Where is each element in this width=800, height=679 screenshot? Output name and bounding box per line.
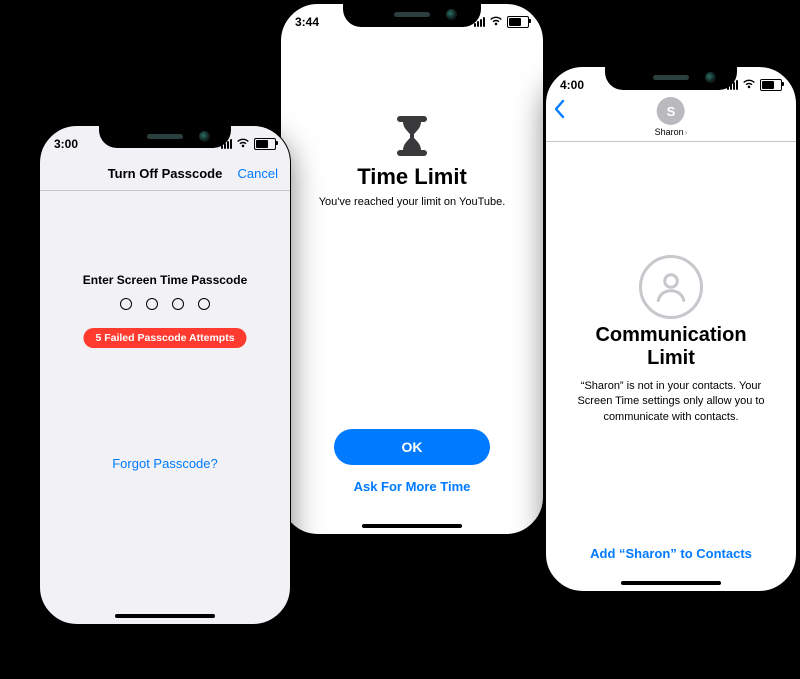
- signal-icon: [221, 139, 232, 149]
- signal-icon: [474, 17, 485, 27]
- status-time: 3:00: [54, 137, 78, 151]
- avatar-icon: S: [657, 97, 685, 125]
- chevron-right-icon: ›: [685, 128, 688, 137]
- forgot-passcode-link[interactable]: Forgot Passcode?: [40, 456, 290, 471]
- back-button[interactable]: [552, 99, 566, 123]
- wifi-icon: [236, 137, 250, 151]
- passcode-dot: [172, 298, 184, 310]
- wifi-icon: [742, 78, 756, 92]
- hourglass-icon: [396, 116, 428, 156]
- home-indicator[interactable]: [621, 581, 721, 585]
- passcode-dots[interactable]: [40, 298, 290, 310]
- passcode-dot: [120, 298, 132, 310]
- status-bar: 3:00: [40, 134, 290, 154]
- person-placeholder-icon: [639, 255, 703, 319]
- status-bar: 3:44: [281, 12, 543, 32]
- navbar: Turn Off Passcode Cancel: [40, 156, 290, 190]
- error-badge: 5 Failed Passcode Attempts: [83, 328, 246, 348]
- signal-icon: [727, 80, 738, 90]
- status-time: 4:00: [560, 78, 584, 92]
- battery-icon: [507, 16, 529, 28]
- ok-button[interactable]: OK: [334, 429, 490, 465]
- home-indicator[interactable]: [115, 614, 215, 618]
- phone-passcode: 3:00 Turn Off Passcode Cancel Enter Scre…: [39, 125, 291, 625]
- nav-title: Turn Off Passcode: [108, 166, 223, 181]
- comm-limit-subtext: “Sharon” is not in your contacts. Your S…: [546, 379, 796, 425]
- home-indicator[interactable]: [362, 524, 462, 528]
- passcode-dot: [146, 298, 158, 310]
- contact-name-row: Sharon ›: [655, 127, 688, 137]
- phone-communication-limit: 4:00 S Sharon › Communication Limit “Sha…: [545, 66, 797, 592]
- cancel-button[interactable]: Cancel: [238, 166, 278, 181]
- passcode-dot: [198, 298, 210, 310]
- divider: [40, 190, 290, 191]
- battery-icon: [760, 79, 782, 91]
- chevron-left-icon: [552, 99, 566, 119]
- contact-header[interactable]: S Sharon ›: [655, 97, 688, 137]
- status-right: [727, 78, 782, 92]
- add-to-contacts-link[interactable]: Add “Sharon” to Contacts: [546, 546, 796, 561]
- status-right: [474, 15, 529, 29]
- status-bar: 4:00: [546, 75, 796, 95]
- battery-icon: [254, 138, 276, 150]
- comm-limit-heading: Communication Limit: [546, 324, 796, 370]
- passcode-prompt: Enter Screen Time Passcode: [40, 273, 290, 287]
- time-limit-subtext: You've reached your limit on YouTube.: [281, 196, 543, 208]
- divider: [546, 141, 796, 142]
- status-time: 3:44: [295, 15, 319, 29]
- ask-more-time-link[interactable]: Ask For More Time: [281, 479, 543, 494]
- wifi-icon: [489, 15, 503, 29]
- status-right: [221, 137, 276, 151]
- time-limit-heading: Time Limit: [281, 164, 543, 190]
- phone-time-limit: 3:44 Time Limit You've reached your limi…: [280, 3, 544, 535]
- contact-name: Sharon: [655, 127, 684, 137]
